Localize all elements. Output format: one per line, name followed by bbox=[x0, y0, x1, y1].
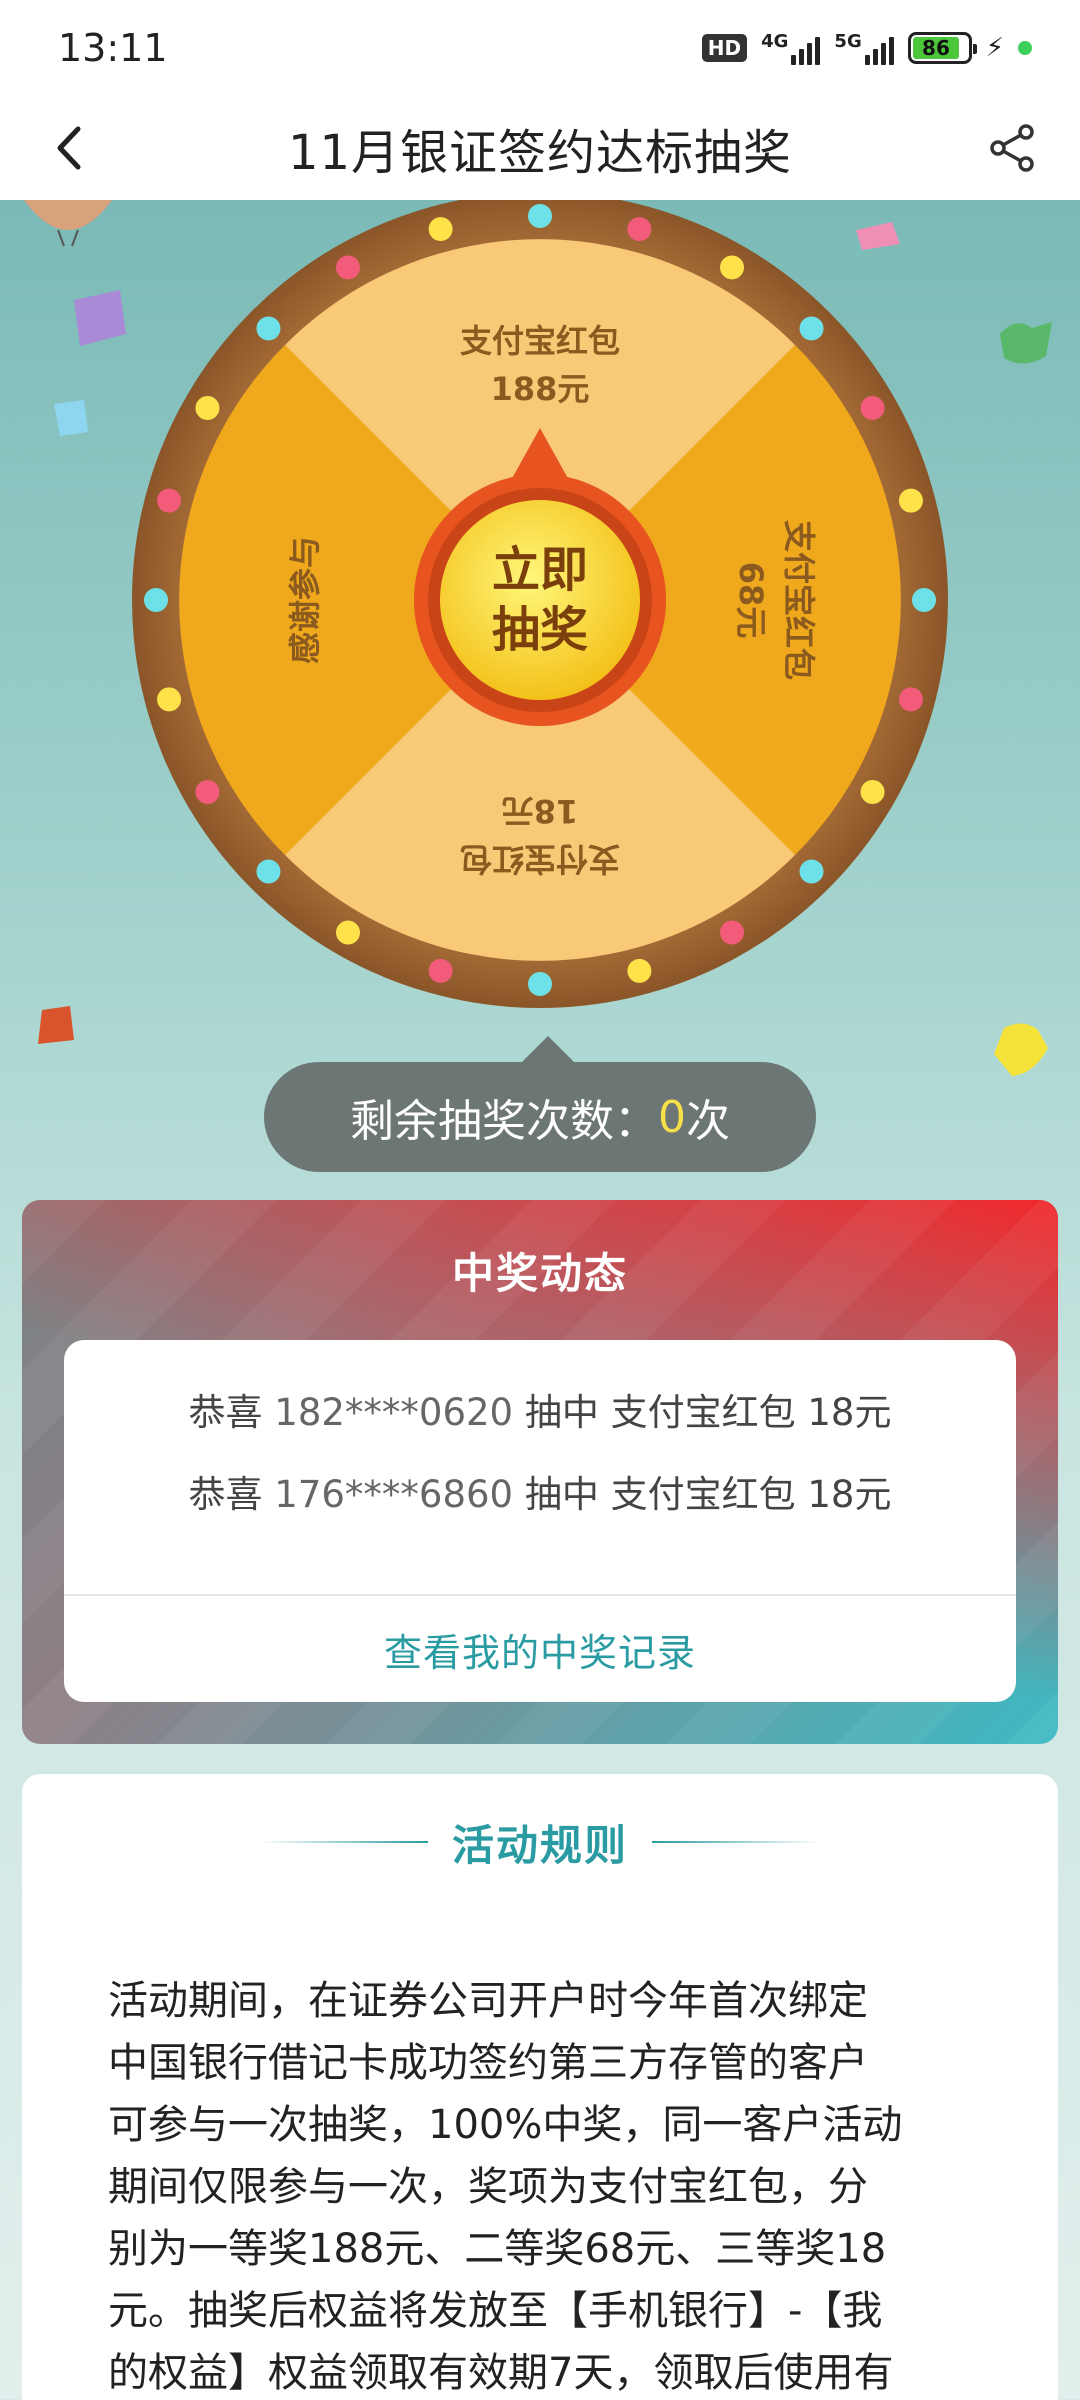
rim-light bbox=[428, 958, 453, 983]
remaining-prefix: 剩余抽奖次数： bbox=[350, 1096, 658, 1147]
confetti-icon bbox=[54, 400, 88, 436]
rules-line: 中国银行借记卡成功签约第三方存管的客户 bbox=[108, 2040, 868, 2086]
winners-card: 中奖动态 恭喜 182****0620 抽中 支付宝红包 18元 恭喜 176*… bbox=[22, 1200, 1058, 1744]
winner-prize: 支付宝红包 18元 bbox=[610, 1391, 892, 1434]
rules-line: 活动期间，在证券公司开户时今年首次绑定 bbox=[108, 1978, 868, 2024]
rules-line: 期间仅限参与一次，奖项为支付宝红包，分 bbox=[108, 2164, 868, 2210]
rules-line: 的权益】权益领取有效期7天，领取后使用有 bbox=[108, 2350, 894, 2396]
segment-label: 68元 bbox=[732, 562, 770, 639]
divider bbox=[257, 1841, 428, 1843]
rim-light bbox=[799, 859, 824, 884]
rim-light bbox=[898, 488, 923, 513]
rim-light bbox=[627, 958, 652, 983]
divider bbox=[64, 1594, 1016, 1596]
winner-prefix: 恭喜 bbox=[188, 1473, 263, 1516]
winners-list: 恭喜 182****0620 抽中 支付宝红包 18元 恭喜 176****68… bbox=[64, 1340, 1016, 1702]
rules-title: 活动规则 bbox=[451, 1820, 628, 1870]
rim-light bbox=[720, 255, 744, 280]
winner-action: 抽中 bbox=[524, 1391, 599, 1434]
confetti-icon bbox=[74, 290, 126, 346]
rules-line: 元。抽奖后权益将发放至【手机银行】-【我 bbox=[108, 2288, 883, 2334]
remaining-suffix: 次 bbox=[686, 1096, 730, 1147]
remaining-count: 0 bbox=[658, 1091, 686, 1143]
rim-light bbox=[195, 780, 220, 804]
rules-line: 别为一等奖188元、二等奖68元、三等奖18 bbox=[108, 2226, 887, 2272]
signal-5g-icon: 5G bbox=[834, 31, 894, 65]
indicator-dot-icon bbox=[1018, 41, 1032, 55]
rim-light bbox=[912, 588, 936, 612]
segment-label: 18元 bbox=[502, 792, 579, 830]
confetti-icon bbox=[994, 1023, 1048, 1076]
rules-line: 可参与一次抽奖，100%中奖，同一客户活动 bbox=[108, 2102, 903, 2148]
divider bbox=[652, 1841, 822, 1843]
winner-phone: 176****6860 bbox=[274, 1473, 514, 1516]
winners-title: 中奖动态 bbox=[451, 1249, 628, 1298]
confetti-icon bbox=[38, 1006, 74, 1044]
rim-light bbox=[528, 204, 552, 228]
battery-level: 86 bbox=[912, 36, 960, 60]
draw-button-label: 立即 bbox=[492, 542, 588, 598]
back-button[interactable] bbox=[40, 118, 100, 178]
my-records-link[interactable]: 查看我的中奖记录 bbox=[64, 1622, 1016, 1677]
rim-light bbox=[256, 316, 281, 341]
rim-light bbox=[157, 687, 182, 712]
rules-header: 活动规则 bbox=[22, 1812, 1058, 1872]
remaining-draws: 剩余抽奖次数： 0 次 bbox=[264, 1036, 816, 1172]
winner-action: 抽中 bbox=[524, 1473, 599, 1516]
rim-light bbox=[157, 488, 182, 513]
rim-light bbox=[195, 396, 220, 420]
nav-bar: 11月银证签约达标抽奖 bbox=[0, 96, 1080, 200]
rim-light bbox=[720, 920, 744, 945]
segment-label: 支付宝红包 bbox=[460, 840, 620, 878]
draw-button-label: 抽奖 bbox=[492, 602, 588, 658]
hd-icon: HD bbox=[701, 34, 748, 62]
charging-icon: ⚡ bbox=[985, 33, 1004, 63]
winner-row: 恭喜 182****0620 抽中 支付宝红包 18元 bbox=[64, 1382, 1016, 1436]
rules-text: 活动期间，在证券公司开户时今年首次绑定 中国银行借记卡成功签约第三方存管的客户 … bbox=[108, 1970, 988, 2400]
confetti-icon bbox=[1000, 322, 1052, 364]
status-time: 13:11 bbox=[58, 26, 168, 70]
segment-label: 支付宝红包 bbox=[460, 322, 620, 360]
rim-light bbox=[256, 859, 281, 884]
prize-wheel: 支付宝红包 188元 支付宝红包 68元 支付宝红包 18元 感谢参与 立即 抽… bbox=[132, 200, 948, 1008]
rim-light bbox=[428, 217, 453, 242]
rim-light bbox=[336, 920, 360, 945]
segment-label: 188元 bbox=[491, 370, 590, 408]
status-bar: 13:11 HD 4G 5G 86 ⚡ bbox=[0, 0, 1080, 96]
battery-icon: 86 bbox=[907, 32, 977, 64]
rim-light bbox=[336, 255, 360, 280]
segment-label: 感谢参与 bbox=[286, 536, 324, 664]
winner-prize: 支付宝红包 18元 bbox=[610, 1473, 892, 1516]
net2-label: 5G bbox=[834, 31, 862, 52]
segment-label: 支付宝红包 bbox=[780, 520, 818, 680]
remaining-draws-pill: 剩余抽奖次数： 0 次 bbox=[264, 1062, 816, 1172]
page-title: 11月银证签约达标抽奖 bbox=[287, 125, 793, 181]
rim-light bbox=[528, 972, 552, 996]
remaining-pointer bbox=[520, 1036, 576, 1064]
winner-row: 恭喜 176****6860 抽中 支付宝红包 18元 bbox=[64, 1464, 1016, 1518]
share-button[interactable] bbox=[982, 118, 1042, 178]
winner-phone: 182****0620 bbox=[274, 1391, 514, 1434]
chevron-left-icon bbox=[57, 126, 81, 170]
rim-light bbox=[898, 687, 923, 712]
rim-light bbox=[627, 217, 652, 242]
rules-card: 活动规则 活动期间，在证券公司开户时今年首次绑定 中国银行借记卡成功签约第三方存… bbox=[22, 1774, 1058, 2400]
rim-light bbox=[860, 396, 885, 420]
signal-4g-icon: 4G bbox=[761, 31, 821, 65]
balloon-icon bbox=[24, 200, 112, 247]
rim-light bbox=[799, 316, 824, 341]
net1-label: 4G bbox=[761, 31, 789, 52]
rim-light bbox=[860, 780, 885, 804]
share-icon bbox=[990, 124, 1034, 172]
status-icons: HD 4G 5G 86 ⚡ bbox=[701, 31, 1032, 65]
rim-light bbox=[144, 588, 168, 612]
winner-prefix: 恭喜 bbox=[188, 1391, 263, 1434]
